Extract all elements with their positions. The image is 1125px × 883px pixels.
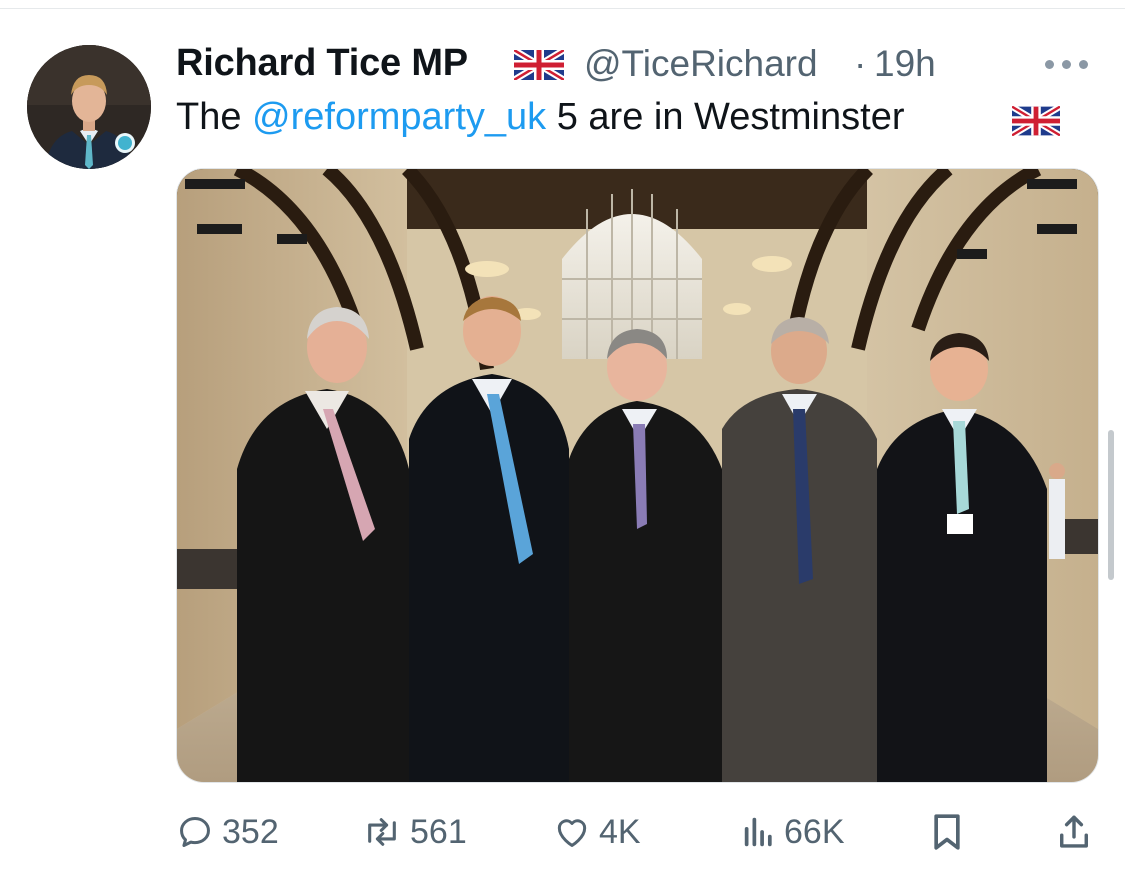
uk-flag-icon [512,47,566,85]
mention-link[interactable]: @reformparty_uk [252,96,546,138]
tweet-text-suffix: 5 are in Westminster [546,96,905,138]
share-icon [1060,815,1088,848]
repost-icon [368,818,396,846]
reply-button[interactable]: 352 [176,808,279,856]
views-icon [744,817,772,847]
views-count: 66K [784,812,845,851]
timestamp[interactable]: 19h [874,43,936,85]
tweet-text-prefix: The [176,96,253,138]
author-handle[interactable]: @TiceRichard [584,43,818,85]
like-count: 4K [599,812,641,851]
author-name[interactable]: Richard Tice MP [176,42,468,85]
bookmark-button[interactable] [930,808,964,856]
repost-button[interactable]: 561 [362,808,467,856]
more-options-button[interactable] [1042,52,1092,76]
heart-icon [557,819,587,847]
share-button[interactable] [1056,808,1092,856]
more-icon [1045,60,1054,69]
scrollbar[interactable] [1108,430,1114,580]
like-button[interactable]: 4K [553,808,641,856]
repost-count: 561 [410,812,467,851]
avatar[interactable] [27,45,151,169]
bookmark-icon [934,814,960,850]
tweet-text: The @reformparty_uk 5 are in Westminster [176,96,904,139]
tweet-photo[interactable] [176,168,1099,783]
tweet-header: Richard Tice MP @TiceRichard · 19h [176,38,1096,88]
top-divider [0,8,1125,9]
reply-icon [180,817,210,847]
separator-dot: · [854,43,867,84]
uk-flag-icon [1010,103,1062,141]
action-bar: 352 561 4K 66K [176,808,1096,856]
views-button[interactable]: 66K [742,808,845,856]
reply-count: 352 [222,812,279,851]
